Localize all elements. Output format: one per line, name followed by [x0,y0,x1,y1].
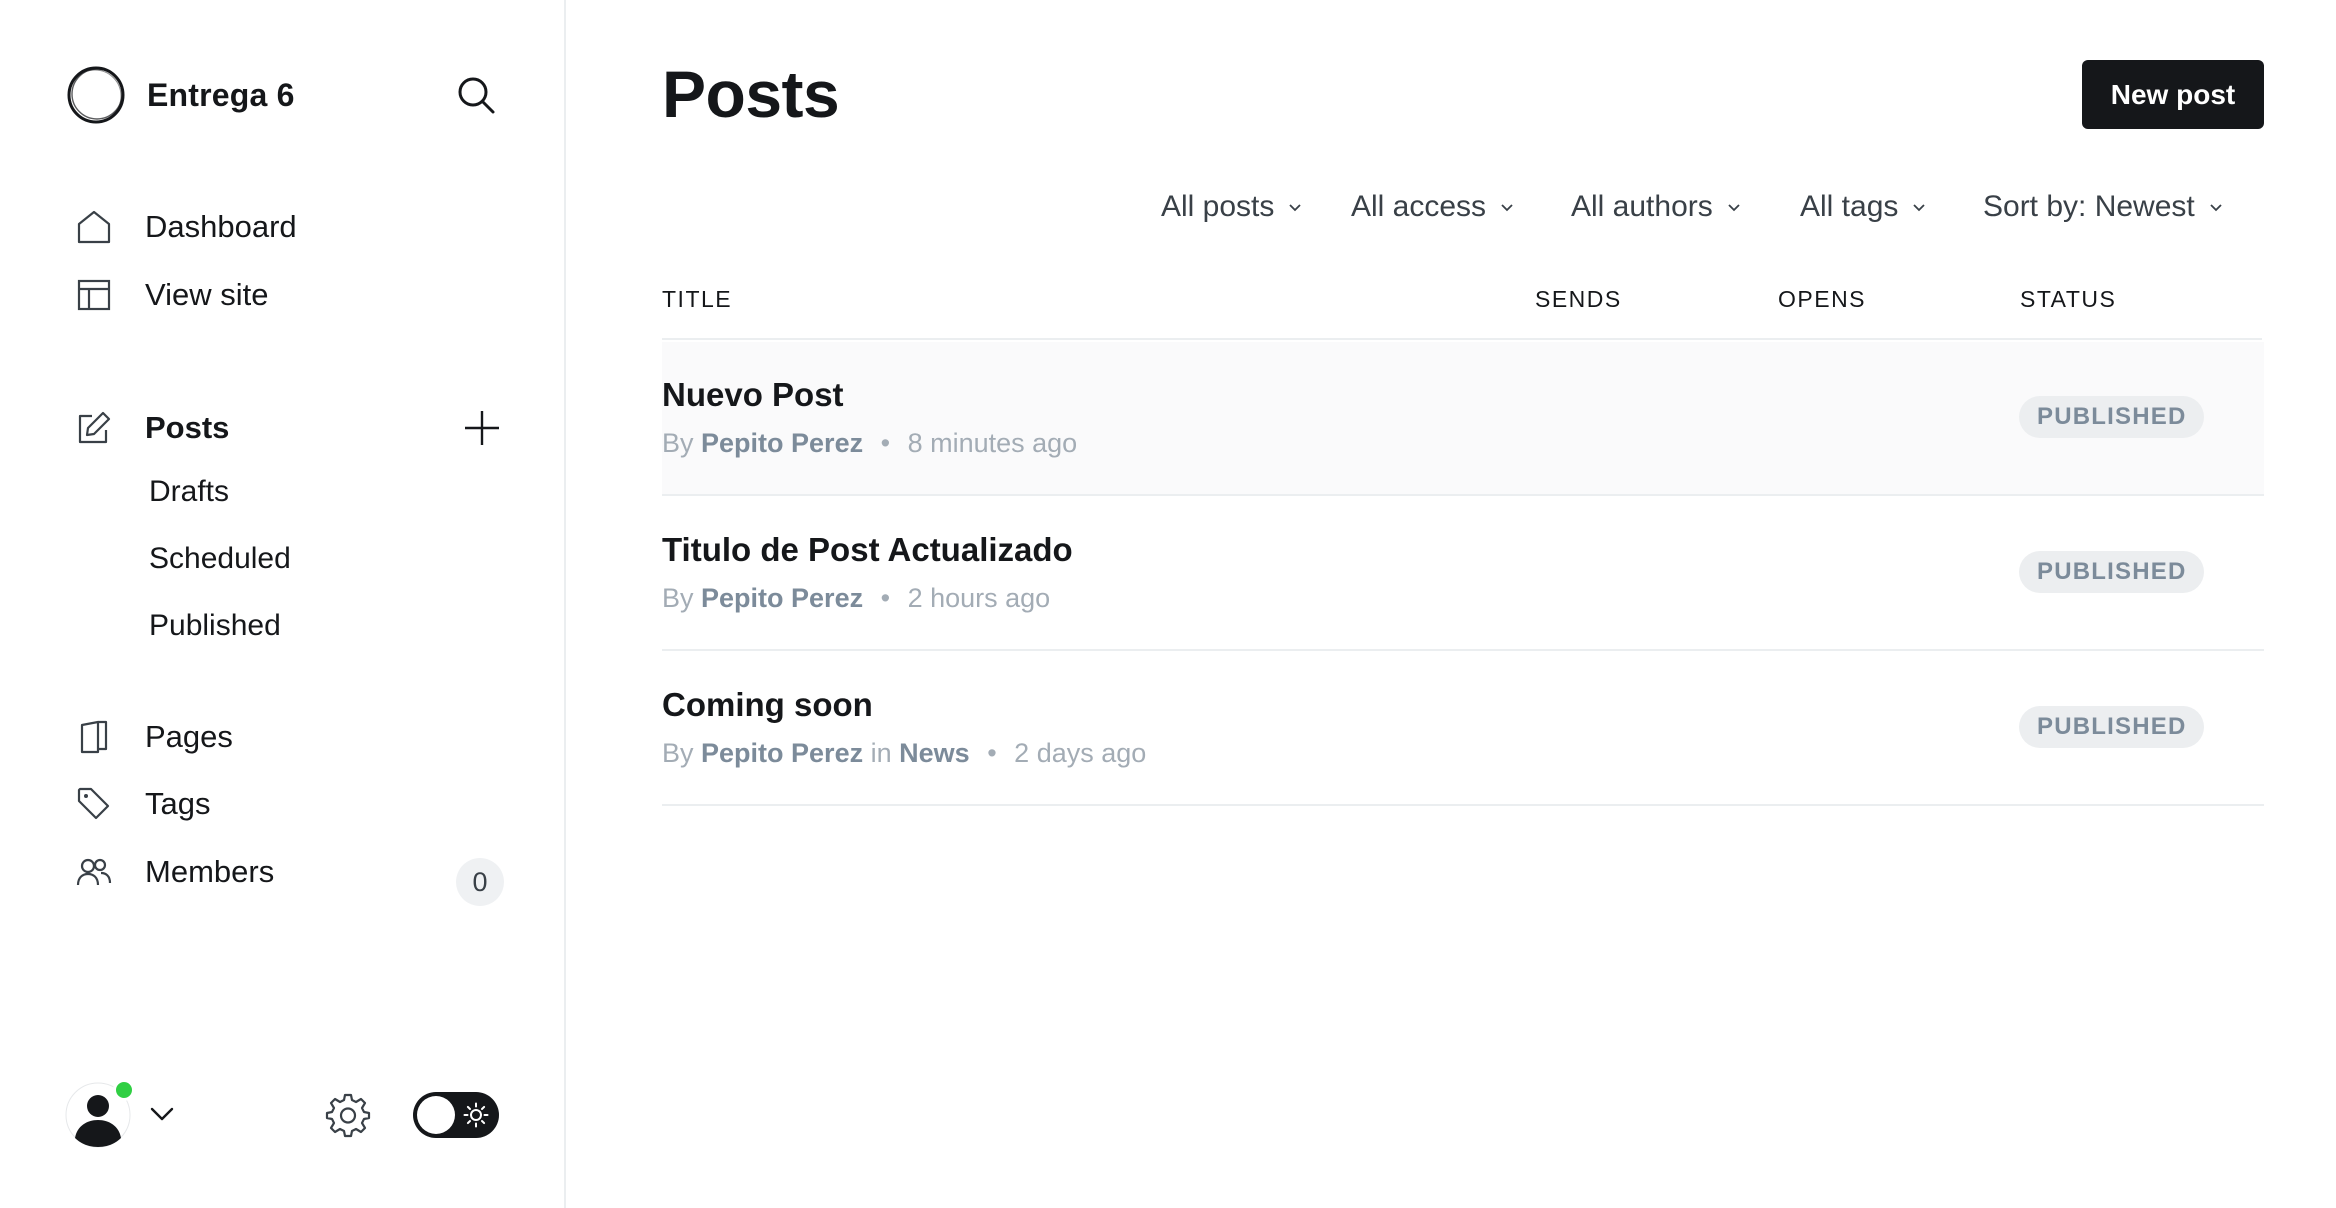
layout-icon [77,279,111,311]
post-time: 8 minutes ago [907,428,1078,458]
chevron-down-icon [150,1107,174,1121]
post-title: Coming soon [662,686,873,723]
filter-authors-dropdown[interactable]: All authors [1571,190,1743,224]
site-name: Entrega 6 [147,76,295,113]
table-row[interactable]: Nuevo Post By Pepito Perez • 8 minutes a… [662,342,2264,496]
chevron-down-icon [1913,204,1926,212]
members-count-badge: 0 [456,858,504,906]
post-meta: By Pepito Perez • 8 minutes ago [662,428,1077,459]
gear-icon [325,1093,371,1138]
sidebar-item-members[interactable]: Members [76,848,274,896]
main-content: Posts New post All posts All access All … [566,0,2336,1208]
column-header-opens: OPENS [1778,286,1867,312]
toggle-knob [417,1096,455,1134]
post-time: 2 hours ago [907,583,1051,613]
chevron-down-icon [1728,204,1740,212]
post-author: Pepito Perez [701,738,864,768]
home-icon [77,210,111,244]
sidebar-item-dashboard[interactable]: Dashboard [76,203,297,251]
sidebar-subitem-published[interactable]: Published [149,609,281,643]
filter-label: Sort by: Newest [1983,190,2195,223]
filter-label: All authors [1571,190,1713,223]
tag-icon [77,787,110,820]
sidebar-subitem-drafts[interactable]: Drafts [149,475,229,509]
add-post-button[interactable] [462,408,502,448]
meta-by: By [662,738,694,768]
meta-in: in [870,738,892,768]
post-time: 2 days ago [1014,738,1147,768]
circle-logo-icon [67,66,125,124]
filter-posts-dropdown[interactable]: All posts [1161,190,1304,224]
brand[interactable]: Entrega 6 [65,64,295,126]
filter-label: All tags [1800,190,1899,223]
settings-button[interactable] [325,1092,371,1138]
sidebar-item-label: View site [145,277,269,312]
sidebar-item-label: Dashboard [145,209,297,244]
column-header-title: TITLE [662,286,733,312]
filter-access-dropdown[interactable]: All access [1351,190,1516,224]
post-tag: News [899,738,970,768]
sidebar-item-posts[interactable]: Posts [76,404,229,452]
post-meta: By Pepito Perez in News • 2 days ago [662,738,1146,769]
plus-icon [465,411,499,445]
column-header-status: STATUS [2020,286,2117,312]
post-author: Pepito Perez [701,583,864,613]
table-row[interactable]: Titulo de Post Actualizado By Pepito Per… [662,497,2264,651]
user-menu-button[interactable] [148,1100,176,1128]
sidebar-item-label: Members [145,854,275,889]
chevron-down-icon [2210,204,2222,212]
meta-separator: • [880,583,891,613]
post-title: Nuevo Post [662,376,844,413]
column-header-sends: SENDS [1535,286,1622,312]
sidebar-item-pages[interactable]: Pages [76,713,233,761]
sidebar-item-label: Tags [145,786,211,821]
sidebar-item-view-site[interactable]: View site [76,271,269,319]
meta-by: By [662,583,694,613]
post-title: Titulo de Post Actualizado [662,531,1073,568]
chevron-down-icon [1289,204,1302,212]
meta-separator: • [987,738,997,768]
edit-icon [78,411,111,444]
sidebar-item-label: Posts [145,410,230,445]
search-button[interactable] [456,75,496,115]
app: Entrega 6 Dashboard View site Posts Draf… [0,0,2336,1208]
meta-by: By [662,428,694,458]
sidebar-item-tags[interactable]: Tags [76,780,210,828]
book-icon [80,720,108,754]
online-status-dot [113,1079,135,1101]
filter-label: All access [1351,190,1487,223]
chevron-down-icon [1501,204,1513,212]
members-icon [76,858,112,886]
page-title: Posts [662,57,840,131]
status-badge: PUBLISHED [2019,396,2205,438]
meta-separator: • [880,428,891,458]
post-author: Pepito Perez [701,428,864,458]
post-meta: By Pepito Perez • 2 hours ago [662,583,1050,614]
sort-dropdown[interactable]: Sort by: Newest [1983,190,2225,224]
new-post-button[interactable]: New post [2082,60,2264,129]
sidebar: Entrega 6 Dashboard View site Posts Draf… [0,0,566,1208]
posts-table-header: TITLE SENDS OPENS STATUS [662,286,2262,340]
filter-tags-dropdown[interactable]: All tags [1800,190,1928,224]
theme-toggle[interactable] [413,1092,499,1138]
filter-label: All posts [1161,190,1275,223]
status-badge: PUBLISHED [2019,706,2205,748]
table-row[interactable]: Coming soon By Pepito Perez in News • 2 … [662,652,2264,806]
sidebar-item-label: Pages [145,719,233,754]
search-icon [458,77,495,114]
sun-icon [463,1102,489,1128]
status-badge: PUBLISHED [2019,551,2205,593]
sidebar-subitem-scheduled[interactable]: Scheduled [149,542,291,576]
